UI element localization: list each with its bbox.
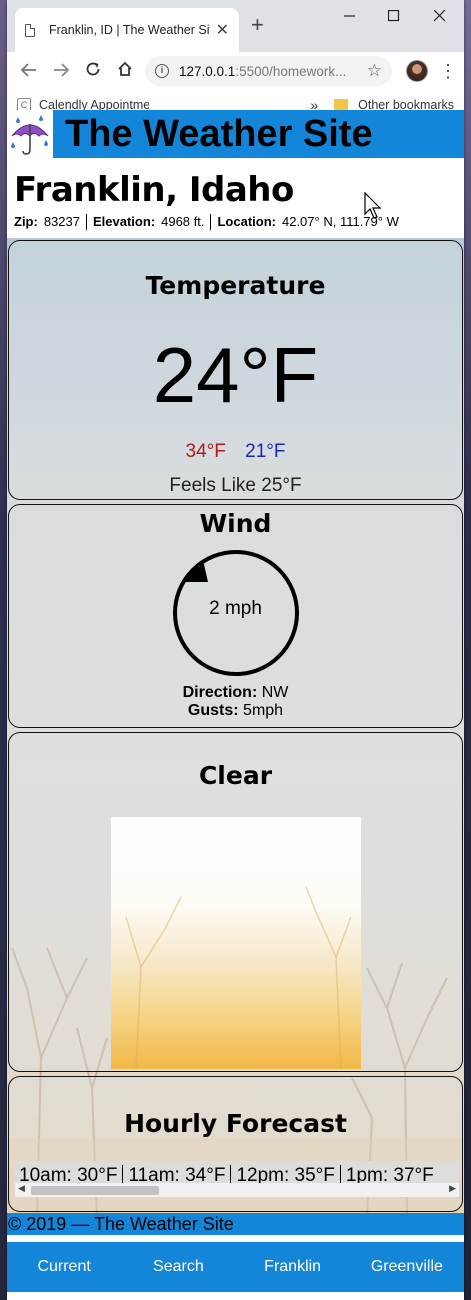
condition-panel: Clear [8, 732, 463, 1072]
nav-search[interactable]: Search [121, 1258, 235, 1276]
temperature-heading: Temperature [145, 271, 326, 300]
minimize-icon[interactable] [344, 10, 356, 22]
wind-gusts-line: Gusts: 5mph [9, 702, 462, 720]
current-temperature: 24°F [152, 331, 319, 419]
direction-label: Direction: [182, 684, 258, 701]
scrollbar-thumb[interactable] [31, 1186, 159, 1195]
location-label: Location: [217, 214, 276, 229]
back-arrow-icon[interactable] [13, 61, 45, 82]
home-icon[interactable] [109, 61, 141, 82]
nav-greenville[interactable]: Greenville [350, 1258, 464, 1276]
profile-avatar[interactable] [406, 60, 428, 82]
wind-direction-line: Direction: NW [9, 684, 462, 702]
folder-icon [334, 99, 349, 110]
gusts-label: Gusts: [187, 702, 239, 719]
gusts-value: 5mph [243, 702, 284, 719]
tab-strip: Franklin, ID | The Weather Site ✕ + [7, 0, 464, 52]
scroll-left-icon[interactable]: ◀ [18, 1183, 25, 1194]
footer-gap [7, 1235, 464, 1242]
low-temperature: 21°F [245, 441, 286, 462]
desktop-background-right [463, 0, 471, 1300]
feels-like: Feels Like 25°F [169, 475, 302, 496]
bookmark-star-icon[interactable]: ☆ [367, 61, 382, 81]
forward-arrow-icon[interactable] [45, 61, 77, 82]
location-title: Franklin, Idaho [14, 170, 294, 210]
elevation-label: Elevation: [92, 214, 156, 229]
hourly-item: 12pm: 35°F [231, 1165, 341, 1186]
reload-icon[interactable] [77, 61, 109, 82]
wind-heading: Wind [199, 509, 272, 538]
hourly-row: 10am: 30°F 11am: 34°F 12pm: 35°F 1pm: 37… [15, 1161, 459, 1186]
wind-speed: 2 mph [209, 598, 262, 619]
browser-window: Franklin, ID | The Weather Site ✕ + i 12… [7, 0, 464, 1300]
zip-label: Zip: [14, 214, 38, 229]
weather-panels-background: Temperature 24°F 34°F 21°F Feels Like 25… [7, 238, 464, 1213]
temperature-panel: Temperature 24°F 34°F 21°F Feels Like 25… [8, 240, 463, 500]
maximize-icon[interactable] [388, 10, 400, 22]
divider [85, 214, 87, 230]
new-tab-button[interactable]: + [251, 12, 264, 38]
high-temperature: 34°F [185, 441, 226, 462]
site-title: The Weather Site [65, 112, 373, 155]
tab-close-icon[interactable]: ✕ [216, 20, 229, 40]
site-info-icon[interactable]: i [155, 64, 169, 78]
page-document-icon [25, 23, 35, 37]
direction-value: NW [261, 684, 289, 701]
divider [210, 214, 212, 230]
browser-menu-icon[interactable]: ⋮ [438, 61, 458, 82]
hourly-forecast-panel: Hourly Forecast 10am: 30°F 11am: 34°F 12… [8, 1076, 463, 1212]
footer-copyright: © 2019 — The Weather Site [7, 1213, 464, 1235]
web-page: The Weather Site Franklin, Idaho Zip: 83… [7, 110, 464, 1300]
location-meta: Zip: 83237 Elevation: 4968 ft. Location:… [14, 214, 464, 230]
hourly-heading: Hourly Forecast [124, 1109, 347, 1138]
sunlit-trees-image [125, 886, 352, 1070]
hourly-scroll-area[interactable]: 10am: 30°F 11am: 34°F 12pm: 35°F 1pm: 37… [15, 1161, 459, 1197]
page-bottom [7, 1292, 464, 1300]
scroll-right-icon[interactable]: ▶ [449, 1183, 456, 1194]
wind-panel: Wind 2 mph Direction: NW Gusts: 5mph [8, 504, 463, 728]
wind-dial: 2 mph [171, 548, 301, 678]
close-window-icon[interactable] [434, 10, 446, 22]
tab-title: Franklin, ID | The Weather Site [49, 23, 210, 37]
bottom-navigation: Current Search Franklin Greenville [7, 1242, 464, 1292]
elevation-value: 4968 ft. [161, 214, 205, 229]
hourly-item: 11am: 34°F [123, 1165, 232, 1186]
mouse-pointer-icon [364, 192, 382, 219]
high-low: 34°F 21°F [9, 441, 462, 463]
address-bar[interactable]: i 127.0.0.1:5500/homework... ☆ [145, 56, 392, 86]
horizontal-scrollbar[interactable]: ◀ ▶ [15, 1183, 459, 1197]
nav-franklin[interactable]: Franklin [236, 1258, 350, 1276]
hourly-item: 1pm: 37°F [345, 1165, 434, 1186]
clear-weather-image [111, 817, 361, 1070]
url-text[interactable]: 127.0.0.1:5500/homework... [179, 64, 367, 79]
nav-current[interactable]: Current [7, 1258, 121, 1276]
hourly-item: 10am: 30°F [19, 1165, 124, 1186]
condition-heading: Clear [198, 761, 273, 790]
site-header: The Weather Site [7, 110, 464, 158]
umbrella-rain-icon [7, 110, 53, 158]
browser-toolbar: i 127.0.0.1:5500/homework... ☆ ⋮ [7, 52, 464, 90]
zip-value: 83237 [43, 214, 80, 229]
browser-tab[interactable]: Franklin, ID | The Weather Site ✕ [15, 8, 239, 52]
